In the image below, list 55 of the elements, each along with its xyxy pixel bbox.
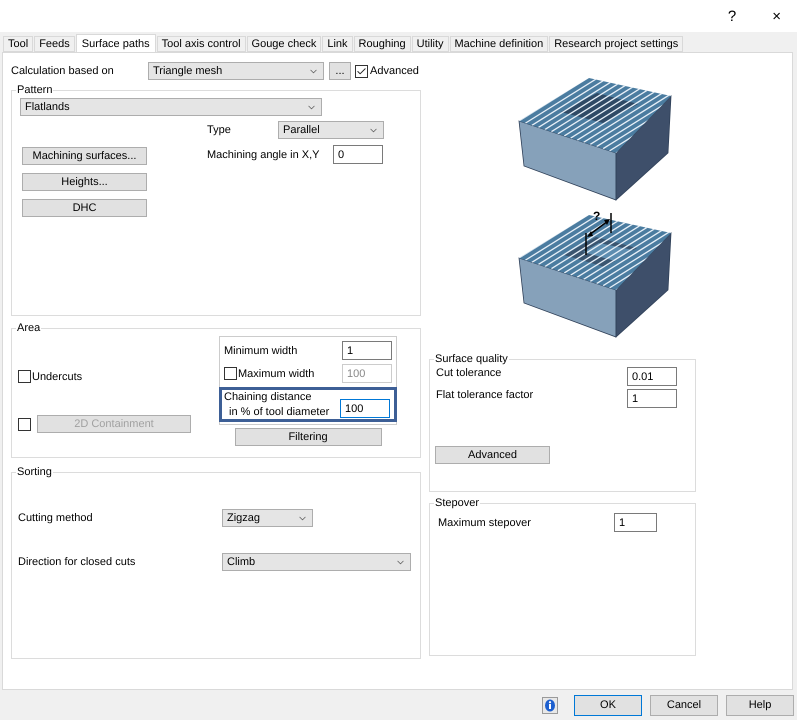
field-label: Chaining distance [224, 391, 312, 403]
group-title: Stepover [434, 497, 480, 509]
dropdown[interactable]: Zigzag [222, 509, 313, 527]
checkbox-label: Advanced [370, 65, 419, 77]
tab[interactable]: Link [322, 36, 353, 52]
input-field[interactable]: 0 [333, 145, 383, 164]
help-button[interactable]: ? [724, 8, 740, 24]
checkbox[interactable] [355, 64, 368, 78]
action-button[interactable]: Machining surfaces... [22, 147, 147, 165]
dialog-button[interactable]: Help [726, 694, 794, 716]
field-label: Cutting method [18, 512, 94, 524]
field-label: in % of tool diameter [228, 406, 330, 418]
field-label: Type [207, 124, 232, 136]
field-label: Maximum stepover [437, 516, 532, 528]
tab[interactable]: Utility [412, 36, 449, 52]
tab[interactable]: Tool [3, 36, 34, 52]
input-field[interactable]: 1 [614, 513, 657, 532]
input-field[interactable]: 0.01 [627, 367, 677, 386]
checkbox[interactable] [18, 370, 31, 383]
advanced-button[interactable]: Advanced [435, 446, 550, 464]
dropdown[interactable]: Climb [222, 553, 411, 571]
tab[interactable]: Machine definition [450, 36, 548, 52]
field-label: Minimum width [224, 344, 298, 356]
field-label: Cut tolerance [436, 367, 502, 379]
field-label: Calculation based on [11, 65, 115, 77]
tab[interactable]: Research project settings [549, 36, 684, 52]
group-title: Surface quality [434, 353, 509, 365]
dropdown[interactable]: Flatlands [20, 98, 322, 116]
group-title: Sorting [16, 466, 53, 478]
filter-button[interactable]: Filtering [234, 428, 382, 446]
group-title: Area [16, 322, 42, 334]
input-field[interactable]: 1 [342, 341, 392, 360]
tab[interactable]: Tool axis control [156, 36, 246, 52]
dialog-button[interactable]: Cancel [650, 694, 718, 716]
dropdown[interactable]: Triangle mesh [148, 62, 324, 80]
field-label: Direction for closed cuts [18, 556, 136, 568]
input-field[interactable]: 1 [627, 389, 677, 408]
more-button[interactable]: ... [329, 62, 351, 80]
tab[interactable]: Roughing [354, 36, 411, 52]
action-button[interactable]: Heights... [22, 173, 147, 191]
tab[interactable]: Feeds [34, 36, 75, 52]
field-label: Flat tolerance factor [436, 389, 534, 401]
close-button[interactable]: × [768, 8, 785, 24]
tab[interactable]: Gouge check [246, 36, 322, 52]
group-title: Pattern [16, 84, 54, 96]
field-label: Machining angle in X,Y [207, 148, 321, 160]
info-icon[interactable] [542, 696, 558, 714]
dropdown[interactable]: Parallel [278, 121, 384, 139]
dialog-button[interactable]: OK [574, 694, 642, 716]
action-button[interactable]: DHC [22, 199, 147, 217]
checkbox-label: Undercuts [32, 370, 82, 382]
tab[interactable]: Surface paths [76, 34, 156, 52]
input-field[interactable]: 100 [340, 399, 390, 418]
checkbox-label: Maximum width [238, 368, 314, 380]
dimension-arrow [585, 213, 612, 255]
